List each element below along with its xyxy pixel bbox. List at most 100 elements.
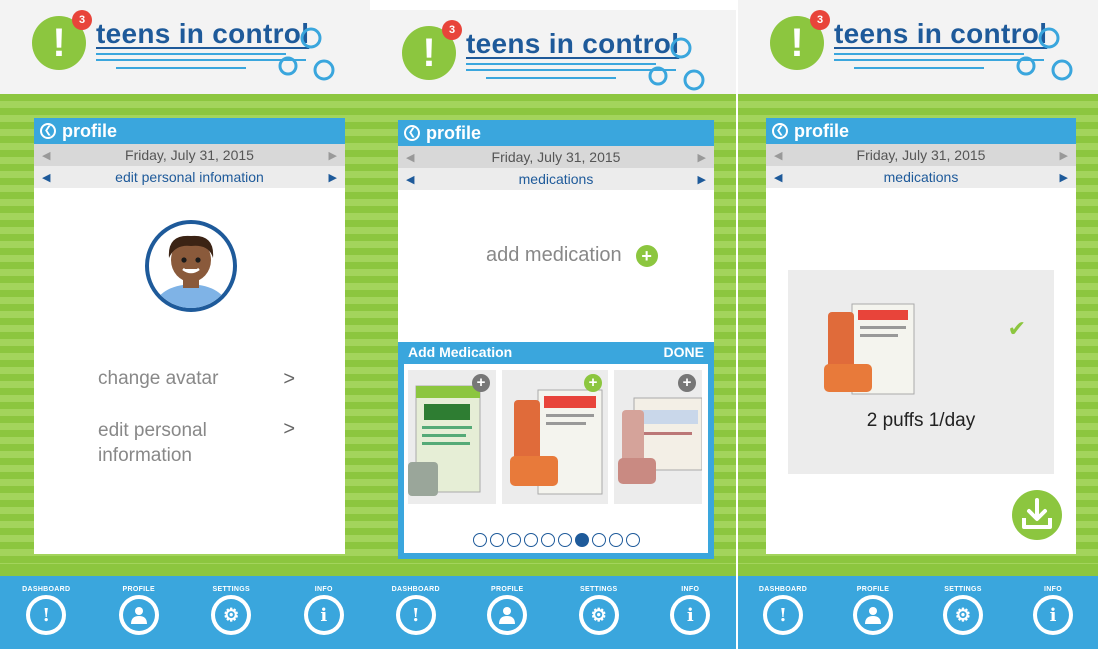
- pagination-dot[interactable]: [523, 533, 538, 547]
- date-row: ◀ Friday, July 31, 2015 ▶: [398, 146, 714, 168]
- date-row: ◀ Friday, July 31, 2015 ▶: [34, 144, 345, 166]
- change-avatar-link[interactable]: change avatar >: [98, 368, 295, 391]
- checkmark-icon: ✔: [1007, 316, 1026, 341]
- app-header: ! 3 teens in control: [738, 0, 1098, 94]
- app-logo: teens in control: [834, 18, 1094, 88]
- avatar[interactable]: [145, 220, 237, 312]
- alert-icon: !: [763, 595, 803, 635]
- gear-icon: ⚙: [211, 595, 252, 635]
- next-date-arrow-icon[interactable]: ▶: [329, 149, 337, 162]
- next-section-arrow-icon[interactable]: ▶: [1060, 171, 1068, 184]
- medication-card-selected[interactable]: +: [502, 370, 608, 504]
- pagination-dot[interactable]: [591, 533, 606, 547]
- profile-panel: ❮ profile ◀ Friday, July 31, 2015 ▶ ◀ me…: [398, 120, 714, 559]
- drawer-header: Add Medication DONE: [398, 342, 714, 362]
- panel-title: profile: [794, 121, 850, 141]
- pagination-dot[interactable]: [574, 533, 589, 547]
- nav-profile[interactable]: PROFILE: [99, 586, 179, 635]
- nav-settings[interactable]: SETTINGS ⚙: [923, 586, 1003, 635]
- nav-settings-label: SETTINGS: [212, 586, 250, 593]
- download-icon: [1022, 498, 1052, 529]
- nav-info-label: INFO: [1044, 586, 1062, 593]
- alert-button[interactable]: ! 3: [770, 10, 830, 70]
- alert-icon: !: [395, 595, 436, 635]
- next-section-arrow-icon[interactable]: ▶: [329, 171, 337, 184]
- nav-dashboard-label: DASHBOARD: [22, 586, 71, 593]
- add-medication-button[interactable]: add medication +: [486, 244, 658, 267]
- edit-personal-information-link[interactable]: edit personal information >: [98, 418, 295, 468]
- add-card-plus-icon[interactable]: +: [584, 374, 602, 392]
- nav-profile-label: PROFILE: [122, 586, 155, 593]
- nav-info-label: INFO: [681, 586, 700, 593]
- section-row: ◀ medications ▶: [398, 168, 714, 190]
- alert-button[interactable]: ! 3: [402, 20, 462, 80]
- pagination-dot[interactable]: [557, 533, 572, 547]
- alert-icon: !: [52, 21, 66, 65]
- save-download-button[interactable]: [1012, 490, 1062, 540]
- add-card-plus-icon[interactable]: +: [678, 374, 696, 392]
- avatar-face-icon: [153, 235, 229, 308]
- panel-title: profile: [62, 121, 118, 141]
- medication-card[interactable]: +: [614, 370, 702, 504]
- back-icon[interactable]: ❮: [772, 123, 788, 139]
- nav-info[interactable]: INFO i: [284, 586, 364, 635]
- app-header: ! 3 teens in control: [0, 0, 370, 94]
- panel-title-bar: ❮ profile: [398, 120, 714, 146]
- chevron-right-icon: >: [283, 368, 295, 390]
- nav-profile[interactable]: PROFILE: [833, 586, 913, 635]
- prev-date-arrow-icon[interactable]: ◀: [406, 151, 414, 164]
- change-avatar-label: change avatar: [98, 368, 219, 389]
- prev-section-arrow-icon[interactable]: ◀: [774, 171, 782, 184]
- pagination-dot[interactable]: [489, 533, 504, 547]
- medication-card[interactable]: +: [408, 370, 496, 504]
- back-icon[interactable]: ❮: [404, 125, 420, 141]
- section-row: ◀ medications ▶: [766, 166, 1076, 188]
- info-icon: i: [303, 595, 344, 635]
- medication-card[interactable]: ✔ 2 puffs 1/day: [788, 270, 1054, 474]
- next-date-arrow-icon[interactable]: ▶: [1060, 149, 1068, 162]
- alert-count-badge: 3: [442, 20, 462, 40]
- section-label: edit personal infomation: [115, 169, 264, 185]
- section-label: medications: [518, 171, 594, 187]
- carousel-pagination: [404, 533, 708, 547]
- person-icon: [487, 595, 528, 635]
- alert-count-badge: 3: [810, 10, 830, 30]
- nav-info[interactable]: INFO i: [650, 586, 730, 635]
- pagination-dot[interactable]: [472, 533, 487, 547]
- prev-section-arrow-icon[interactable]: ◀: [406, 173, 414, 186]
- nav-dashboard[interactable]: DASHBOARD !: [6, 586, 86, 635]
- prev-date-arrow-icon[interactable]: ◀: [774, 149, 782, 162]
- next-section-arrow-icon[interactable]: ▶: [698, 173, 706, 186]
- nav-dashboard[interactable]: DASHBOARD !: [743, 586, 823, 635]
- nav-info[interactable]: INFO i: [1013, 586, 1093, 635]
- plus-icon: +: [635, 244, 658, 267]
- bottom-nav: DASHBOARD ! PROFILE SETTINGS ⚙ INFO i: [738, 576, 1098, 649]
- edit-personal-information-label: edit personal information: [98, 420, 207, 466]
- prev-date-arrow-icon[interactable]: ◀: [42, 149, 50, 162]
- date-label: Friday, July 31, 2015: [125, 147, 254, 163]
- pagination-dot[interactable]: [625, 533, 640, 547]
- done-button[interactable]: DONE: [664, 342, 704, 362]
- back-icon[interactable]: ❮: [40, 123, 56, 139]
- pagination-dot[interactable]: [540, 533, 555, 547]
- pagination-dot[interactable]: [506, 533, 521, 547]
- section-label: medications: [883, 169, 959, 185]
- add-card-plus-icon[interactable]: +: [472, 374, 490, 392]
- nav-info-label: INFO: [314, 586, 333, 593]
- app-header: ! 3 teens in control: [370, 10, 736, 104]
- profile-panel: ❮ profile ◀ Friday, July 31, 2015 ▶ ◀ me…: [766, 118, 1076, 554]
- screen-add-medication: ! 3 teens in control ❮ profile ◀ Friday,…: [370, 10, 736, 649]
- medication-dose: 2 puffs 1/day: [866, 410, 976, 431]
- alert-button[interactable]: ! 3: [32, 10, 92, 70]
- nav-settings-label: SETTINGS: [944, 586, 982, 593]
- screen-medication-list: ! 3 teens in control ❮ profile ◀ Friday,…: [738, 0, 1098, 649]
- pagination-dot[interactable]: [608, 533, 623, 547]
- nav-dashboard[interactable]: DASHBOARD !: [376, 586, 456, 635]
- next-date-arrow-icon[interactable]: ▶: [698, 151, 706, 164]
- nav-settings[interactable]: SETTINGS ⚙: [559, 586, 639, 635]
- prev-section-arrow-icon[interactable]: ◀: [42, 171, 50, 184]
- date-label: Friday, July 31, 2015: [856, 147, 986, 163]
- nav-profile[interactable]: PROFILE: [467, 586, 547, 635]
- chevron-right-icon: >: [283, 418, 295, 440]
- nav-settings[interactable]: SETTINGS ⚙: [191, 586, 271, 635]
